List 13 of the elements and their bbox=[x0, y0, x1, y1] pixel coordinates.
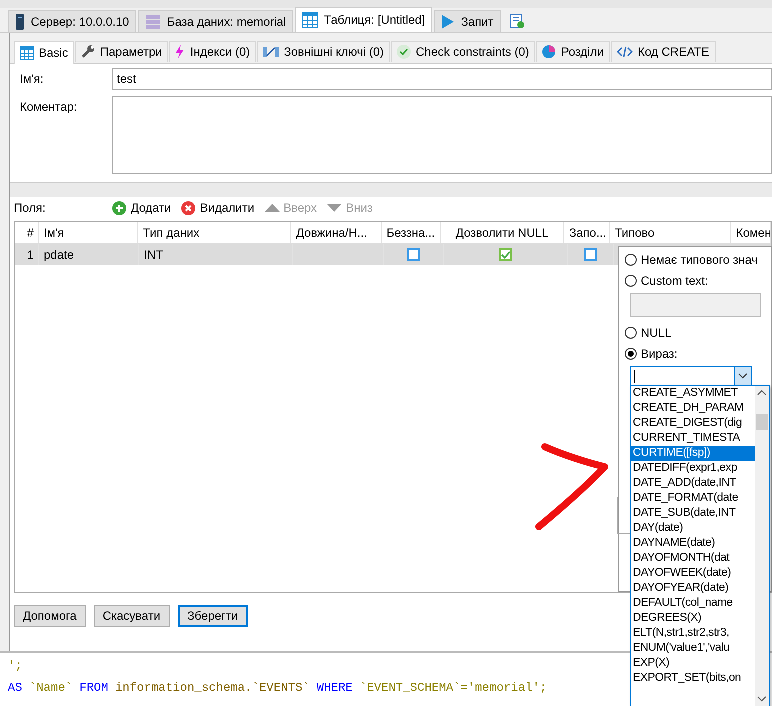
field-label: Ім'я: bbox=[20, 71, 45, 86]
fields-label: Поля: bbox=[14, 201, 47, 215]
table-cell: INT bbox=[139, 244, 293, 265]
field-label: Коментар: bbox=[20, 99, 78, 114]
row-number: 1 bbox=[15, 244, 39, 265]
sql-token: '; bbox=[8, 659, 22, 673]
table-cell: pdate bbox=[39, 244, 139, 265]
sql-token: WHERE bbox=[316, 681, 353, 695]
sql-token: FROM bbox=[80, 681, 108, 695]
sql-token: `Name` bbox=[29, 681, 73, 695]
sql-token: `EVENT_SCHEMA`='memorial'; bbox=[360, 681, 548, 695]
sql-token: information_schema.`EVENTS` bbox=[115, 681, 310, 695]
sql-token: AS bbox=[8, 681, 22, 695]
